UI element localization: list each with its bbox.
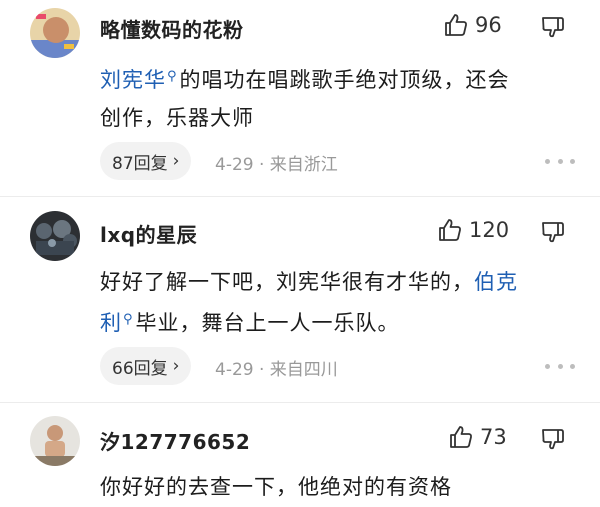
more-icon[interactable] [545, 362, 575, 370]
avatar[interactable] [30, 211, 80, 261]
avatar-icon [30, 211, 80, 261]
search-icon: ⚲ [123, 312, 134, 327]
chevron-right-icon: › [172, 151, 180, 171]
avatar[interactable] [30, 8, 80, 58]
comment-text: 刘宪华⚲的唱功在唱跳歌手绝对顶级，还会 创作，乐器大师 [100, 68, 510, 130]
thumbs-up-icon [450, 426, 472, 448]
reply-count: 66回复 [112, 358, 168, 379]
like-button[interactable]: 120 [437, 217, 509, 243]
like-count: 96 [475, 13, 502, 37]
thumbs-up-icon [439, 219, 461, 241]
thumbs-down-icon [542, 17, 564, 38]
topic-link[interactable]: 伯克 [474, 270, 518, 294]
thumbs-down-icon [542, 429, 564, 450]
reply-count: 87回复 [112, 153, 168, 174]
chevron-right-icon: › [172, 356, 180, 376]
username[interactable]: 略懂数码的花粉 [100, 14, 244, 43]
search-icon: ⚲ [167, 69, 178, 84]
like-count: 120 [469, 218, 510, 242]
like-button[interactable]: 96 [443, 12, 502, 38]
reply-button[interactable]: 87回复 › [100, 142, 192, 180]
thumbs-up-icon [445, 14, 467, 36]
dislike-button[interactable] [540, 14, 566, 40]
comment-item: 略懂数码的花粉 96 刘宪华⚲的唱功在唱跳歌手绝对顶级，还会 创作，乐器大师 8… [0, 0, 600, 190]
username[interactable]: lxq的星辰 [100, 219, 197, 248]
avatar[interactable] [30, 416, 80, 466]
comment-meta: 4-29 · 来自浙江 [215, 155, 338, 175]
more-icon[interactable] [545, 157, 575, 165]
comment-item: lxq的星辰 120 好好了解一下吧，刘宪华很有才华的，伯克 利⚲毕业，舞台上一… [0, 205, 600, 395]
dislike-button[interactable] [540, 219, 566, 245]
topic-link[interactable]: 刘宪华 [100, 68, 166, 92]
topic-link[interactable]: 利 [100, 311, 122, 335]
thumbs-down-icon [542, 222, 564, 243]
dislike-button[interactable] [540, 426, 566, 452]
like-button[interactable]: 73 [448, 424, 507, 450]
avatar-icon [30, 8, 80, 58]
comment-item: 汐127776652 73 你好好的去查一下，他绝对的有资格 [0, 410, 600, 507]
comment-meta: 4-29 · 来自四川 [215, 360, 338, 380]
reply-button[interactable]: 66回复 › [100, 347, 192, 385]
comment-text: 你好好的去查一下，他绝对的有资格 [100, 475, 452, 499]
divider [0, 196, 600, 197]
comment-text: 好好了解一下吧，刘宪华很有才华的，伯克 利⚲毕业，舞台上一人一乐队。 [100, 270, 518, 335]
like-count: 73 [480, 425, 507, 449]
avatar-icon [30, 416, 80, 466]
divider [0, 402, 600, 403]
username[interactable]: 汐127776652 [100, 426, 250, 455]
